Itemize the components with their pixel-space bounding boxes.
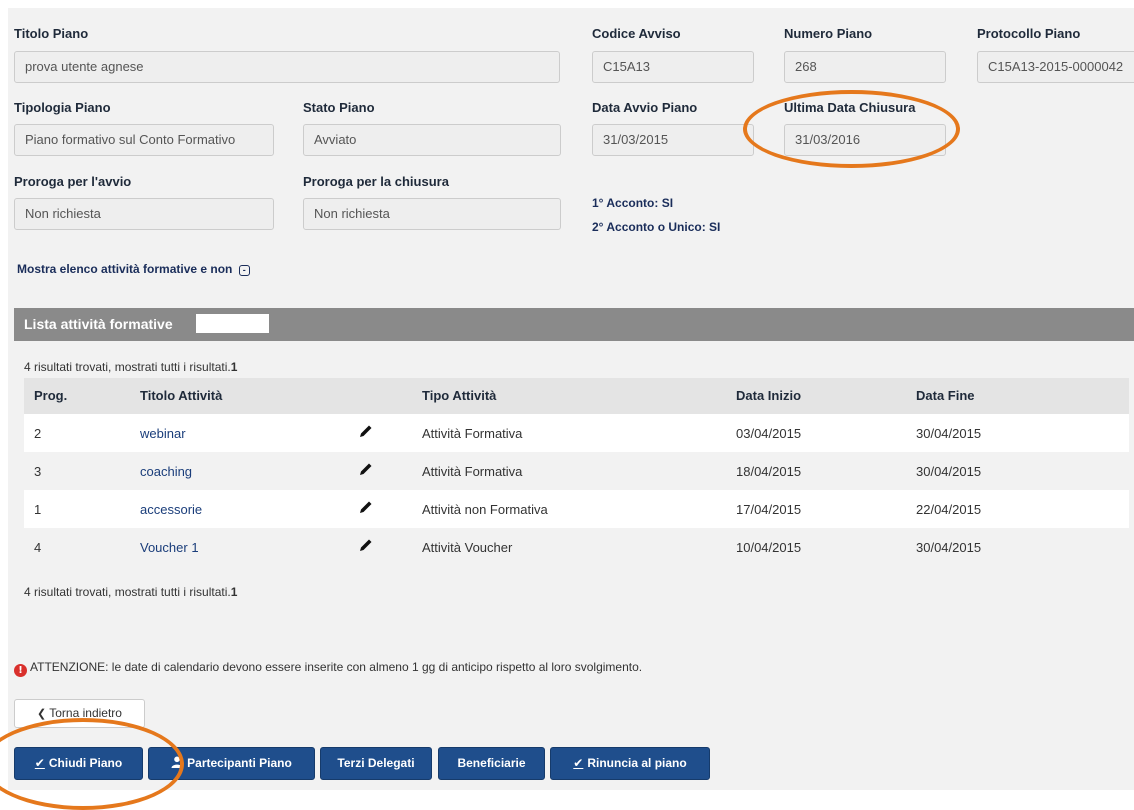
field-proroga-avvio[interactable]: Non richiesta: [14, 198, 274, 230]
list-title: Lista attività formative: [24, 316, 173, 332]
cell-data-fine: 22/04/2015: [916, 502, 982, 517]
cell-data-fine: 30/04/2015: [916, 540, 982, 555]
cell-prog: 4: [34, 540, 42, 555]
cell-data-inizio: 17/04/2015: [736, 502, 802, 517]
acconto-2-text: 2° Acconto o Unico: SI: [592, 220, 721, 234]
rinuncia-piano-label: Rinuncia al piano: [587, 756, 687, 770]
check-underline-icon: ✔: [34, 756, 45, 770]
terzi-delegati-button[interactable]: Terzi Delegati: [320, 747, 432, 780]
pencil-icon[interactable]: [358, 537, 374, 553]
cell-prog: 3: [34, 464, 42, 479]
cell-data-fine: 30/04/2015: [916, 464, 982, 479]
acconto-1-text: 1° Acconto: SI: [592, 196, 674, 210]
label-proroga-chiusura: Proroga per la chiusura: [303, 174, 449, 189]
rinuncia-piano-button[interactable]: ✔ Rinuncia al piano: [550, 747, 710, 780]
field-proroga-chiusura[interactable]: Non richiesta: [303, 198, 561, 230]
cell-tipo: Attività Formativa: [422, 464, 523, 479]
toggle-activities-label: Mostra elenco attività formative e non: [17, 262, 233, 276]
cell-titolo-link[interactable]: Voucher 1: [140, 540, 199, 555]
table-header: Prog. Titolo Attività Tipo Attività Data…: [24, 378, 1129, 414]
results-summary-bottom: 4 risultati trovati, mostrati tutti i ri…: [24, 585, 237, 599]
pencil-icon[interactable]: [358, 461, 374, 477]
redaction-box: [196, 314, 269, 333]
check-underline-icon: ✔: [573, 756, 584, 770]
field-codice-avviso[interactable]: C15A13: [592, 51, 754, 83]
cell-prog: 2: [34, 426, 42, 441]
table-row: 3 coaching Attività Formativa 18/04/2015…: [24, 452, 1129, 490]
field-stato-piano[interactable]: Avviato: [303, 124, 561, 156]
beneficiarie-button[interactable]: Beneficiarie: [438, 747, 545, 780]
label-ultima-data-chiusura: Ultima Data Chiusura: [784, 100, 916, 115]
field-ultima-data-chiusura[interactable]: 31/03/2016: [784, 124, 946, 156]
list-header-bar: Lista attività formative: [14, 308, 1134, 341]
cell-tipo: Attività Formativa: [422, 426, 523, 441]
column-header-prog[interactable]: Prog.: [34, 388, 67, 403]
table-row: 1 accessorie Attività non Formativa 17/0…: [24, 490, 1129, 528]
back-button[interactable]: ❮ Torna indietro: [14, 699, 145, 728]
toggle-activities-link[interactable]: Mostra elenco attività formative e non -: [17, 262, 250, 276]
cell-titolo-link[interactable]: coaching: [140, 464, 192, 479]
alert-icon: !: [14, 664, 27, 677]
results-page: 1: [230, 360, 238, 374]
results-page: 1: [230, 585, 238, 599]
field-tipologia-piano[interactable]: Piano formativo sul Conto Formativo: [14, 124, 274, 156]
column-header-data-inizio[interactable]: Data Inizio: [736, 388, 801, 403]
warning-text: ATTENZIONE: le date di calendario devono…: [30, 660, 643, 674]
label-stato-piano: Stato Piano: [303, 100, 375, 115]
chiudi-piano-button[interactable]: ✔ Chiudi Piano: [14, 747, 143, 780]
beneficiarie-label: Beneficiarie: [457, 756, 526, 770]
cell-data-inizio: 10/04/2015: [736, 540, 802, 555]
label-protocollo-piano: Protocollo Piano: [977, 26, 1081, 41]
label-tipologia-piano: Tipologia Piano: [14, 100, 111, 115]
partecipanti-piano-label: Partecipanti Piano: [187, 756, 292, 770]
label-proroga-avvio: Proroga per l'avvio: [14, 174, 132, 189]
label-codice-avviso: Codice Avviso: [592, 26, 681, 41]
cell-tipo: Attività Voucher: [422, 540, 513, 555]
pencil-icon[interactable]: [358, 423, 374, 439]
pencil-icon[interactable]: [358, 499, 374, 515]
partecipanti-piano-button[interactable]: Partecipanti Piano: [148, 747, 315, 780]
column-header-titolo[interactable]: Titolo Attività: [140, 388, 222, 403]
label-numero-piano: Numero Piano: [784, 26, 873, 41]
field-protocollo-piano[interactable]: C15A13-2015-0000042: [977, 51, 1134, 83]
results-text: 4 risultati trovati, mostrati tutti i ri…: [24, 360, 231, 374]
field-data-avvio[interactable]: 31/03/2015: [592, 124, 754, 156]
cell-titolo-link[interactable]: webinar: [140, 426, 186, 441]
label-titolo-piano: Titolo Piano: [14, 26, 89, 41]
terzi-delegati-label: Terzi Delegati: [337, 756, 415, 770]
table-row: 4 Voucher 1 Attività Voucher 10/04/2015 …: [24, 528, 1129, 566]
warning-message: ! ATTENZIONE: le date di calendario devon…: [14, 660, 642, 677]
results-summary-top: 4 risultati trovati, mostrati tutti i ri…: [24, 360, 237, 374]
cell-data-fine: 30/04/2015: [916, 426, 982, 441]
cell-titolo-link[interactable]: accessorie: [140, 502, 202, 517]
field-titolo-piano[interactable]: prova utente agnese: [14, 51, 560, 83]
column-header-tipo[interactable]: Tipo Attività: [422, 388, 496, 403]
chiudi-piano-label: Chiudi Piano: [48, 756, 123, 770]
chevron-left-icon: ❮: [37, 708, 47, 720]
cell-prog: 1: [34, 502, 42, 517]
table-row: 2 webinar Attività Formativa 03/04/2015 …: [24, 414, 1129, 452]
label-data-avvio: Data Avvio Piano: [592, 100, 698, 115]
cell-tipo: Attività non Formativa: [422, 502, 548, 517]
results-text: 4 risultati trovati, mostrati tutti i ri…: [24, 585, 231, 599]
user-icon: [171, 756, 183, 768]
field-numero-piano[interactable]: 268: [784, 51, 946, 83]
cell-data-inizio: 03/04/2015: [736, 426, 802, 441]
column-header-data-fine[interactable]: Data Fine: [916, 388, 975, 403]
back-button-label: Torna indietro: [49, 706, 122, 720]
cell-data-inizio: 18/04/2015: [736, 464, 802, 479]
collapse-icon: -: [238, 265, 250, 276]
